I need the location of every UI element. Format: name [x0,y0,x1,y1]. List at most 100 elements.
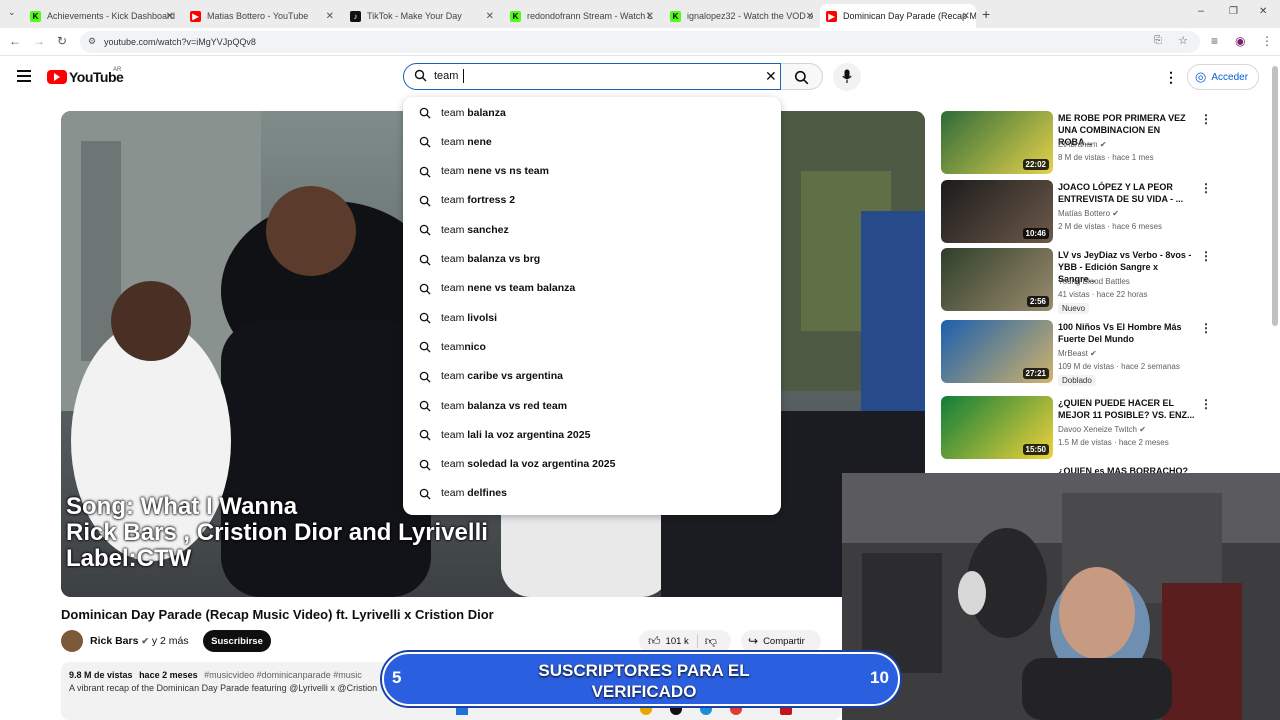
search-icon [419,400,431,415]
suggestion-completion: sanchez [467,223,509,236]
more-actions-icon[interactable]: ⋮ [1200,181,1212,195]
video-duration: 15:50 [1022,444,1049,455]
collaborators-more: y 2 más [151,635,189,647]
suggestion-prefix: team [441,370,468,383]
suggestion-prefix: team [441,311,468,324]
tab-ignalopez32[interactable]: K ignalopez32 - Watch the VOD o ✕ [664,4,820,28]
media-controls-icon[interactable]: ≡ [1211,34,1218,48]
search-suggestion-item[interactable]: team lali la voz argentina 2025 [403,420,781,449]
search-suggestion-item[interactable]: team livolsi [403,303,781,332]
suggestion-prefix: team [441,135,468,148]
search-suggestion-item[interactable]: team soledad la voz argentina 2025 [403,450,781,479]
search-suggestion-item[interactable]: team delfines [403,479,781,508]
close-tab-icon[interactable]: ✕ [806,11,814,22]
search-button[interactable] [781,63,823,90]
voice-search-button[interactable] [833,63,861,91]
search-suggestion-item[interactable]: team balanza vs red team [403,391,781,420]
search-query-text: team [434,70,462,82]
recommended-thumbnail[interactable]: 2:56 [941,248,1053,311]
clear-search-icon[interactable]: ✕ [765,68,777,85]
reload-icon[interactable]: ↻ [57,34,67,48]
recommended-channel[interactable]: MrBeast ✔ [1058,349,1097,358]
tab-matias-bottero[interactable]: ▶ Matias Bottero - YouTube ✕ [184,4,340,28]
search-suggestion-item[interactable]: team fortress 2 [403,186,781,215]
tab-search-icon[interactable]: ⌄ [8,7,16,18]
subscribe-button[interactable]: Suscribirse [203,630,271,652]
close-window-icon[interactable]: ✕ [1259,6,1267,17]
restore-icon[interactable]: ❐ [1229,6,1238,17]
like-icon[interactable]: 👍︎ [648,634,661,649]
search-suggestion-item[interactable]: team nene vs team balanza [403,274,781,303]
like-count: 101 k [665,635,689,647]
more-actions-icon[interactable]: ⋮ [1200,249,1212,263]
close-tab-icon[interactable]: ✕ [646,11,654,22]
tab-title: redondofrann Stream - Watch L [527,11,653,21]
channel-avatar[interactable] [61,630,83,652]
search-suggestion-item[interactable]: team sanchez [403,215,781,244]
recommended-title[interactable]: ¿QUIEN PUEDE HACER EL MEJOR 11 POSIBLE? … [1058,397,1196,421]
sign-in-button[interactable]: ◎ Acceder [1187,64,1259,90]
tab-kick-achievements[interactable]: K Achievements - Kick Dashboard ✕ [24,4,180,28]
bookmark-star-icon[interactable]: ☆ [1178,34,1188,47]
share-icon: ↪ [748,634,759,648]
address-bar[interactable]: ⚙ youtube.com/watch?v=iMgYVJpQQv8 ⎘ ☆ [80,31,1200,53]
recommended-channel[interactable]: ElAbraham ✔ [1058,140,1107,149]
forward-icon[interactable]: → [33,34,45,48]
tab-dominican-day-parade[interactable]: ▶ Dominican Day Parade (Recap M ✕ [820,4,976,28]
dislike-icon[interactable]: 👎︎ [705,634,717,649]
new-tab-icon[interactable]: + [982,6,990,22]
recommended-views-age: 109 M de vistas · hace 2 semanas [1058,362,1180,371]
suggestion-text: team balanza vs red team [441,400,567,412]
search-suggestion-item[interactable]: team nene [403,127,781,156]
youtube-logo[interactable]: YouTube [47,69,124,85]
search-suggestion-item[interactable]: teamnico [403,332,781,361]
share-button[interactable]: ↪ Compartir [741,630,821,652]
more-actions-icon[interactable]: ⋮ [1200,112,1212,126]
youtube-play-icon [47,70,67,84]
recommended-channel[interactable]: Matías Bottero ✔ [1058,209,1119,218]
recommended-channel[interactable]: Young Blood Battles [1058,277,1130,286]
tab-redondofrann[interactable]: K redondofrann Stream - Watch L ✕ [504,4,660,28]
search-suggestion-item[interactable]: team caribe vs argentina [403,362,781,391]
close-tab-icon[interactable]: ✕ [326,11,334,22]
recommended-title[interactable]: JOACO LÓPEZ Y LA PEOR ENTREVISTA DE SU V… [1058,181,1196,205]
settings-kebab-icon[interactable]: ⋮ [1164,69,1178,86]
minimize-icon[interactable]: – [1198,5,1204,17]
channel-name[interactable]: Rick Bars ✔ y 2 más [90,635,189,647]
recommended-title[interactable]: 100 Niños Vs El Hombre Más Fuerte Del Mu… [1058,321,1196,345]
browser-menu-icon[interactable]: ⋮ [1261,34,1273,48]
back-icon[interactable]: ← [9,34,21,48]
tab-tiktok[interactable]: ♪ TikTok - Make Your Day ✕ [344,4,500,28]
recommended-channel[interactable]: Davoo Xeneize Twitch ✔ [1058,425,1146,434]
more-actions-icon[interactable]: ⋮ [1200,321,1212,335]
close-tab-icon[interactable]: ✕ [166,11,174,22]
kick-icon: K [670,10,681,22]
hamburger-menu-icon[interactable] [17,70,31,82]
recommended-thumbnail[interactable]: 27:21 [941,320,1053,383]
profile-icon[interactable]: ◉ [1235,34,1245,48]
suggestion-text: team nene [441,136,492,148]
tab-title: TikTok - Make Your Day [367,11,462,21]
video-duration: 27:21 [1022,368,1049,379]
suggestion-prefix: team [441,458,468,471]
suggestion-completion: caribe vs argentina [467,370,563,383]
recommended-thumbnail[interactable]: 22:02 [941,111,1053,174]
sign-in-label: Acceder [1211,71,1249,83]
suggestion-completion: balanza vs red team [467,399,568,412]
search-suggestion-item[interactable]: team nene vs ns team [403,157,781,186]
install-app-icon[interactable]: ⎘ [1154,35,1162,46]
recommended-thumbnail[interactable]: 15:50 [941,396,1053,459]
recommended-thumbnail[interactable]: 10:46 [941,180,1053,243]
more-actions-icon[interactable]: ⋮ [1200,397,1212,411]
site-info-icon[interactable]: ⚙ [88,36,96,47]
page-scrollbar[interactable] [1272,66,1278,326]
suggestion-text: team balanza vs brg [441,253,540,265]
search-suggestion-item[interactable]: team balanza vs brg [403,245,781,274]
close-tab-icon[interactable]: ✕ [962,11,970,22]
search-suggestion-item[interactable]: team balanza [403,98,781,127]
search-icon [419,371,431,386]
search-input[interactable]: team ✕ [403,63,781,90]
close-tab-icon[interactable]: ✕ [486,11,494,22]
suggestion-prefix: team [441,340,465,353]
hashtags[interactable]: #musicvideo #dominicanparade #music [204,670,362,680]
